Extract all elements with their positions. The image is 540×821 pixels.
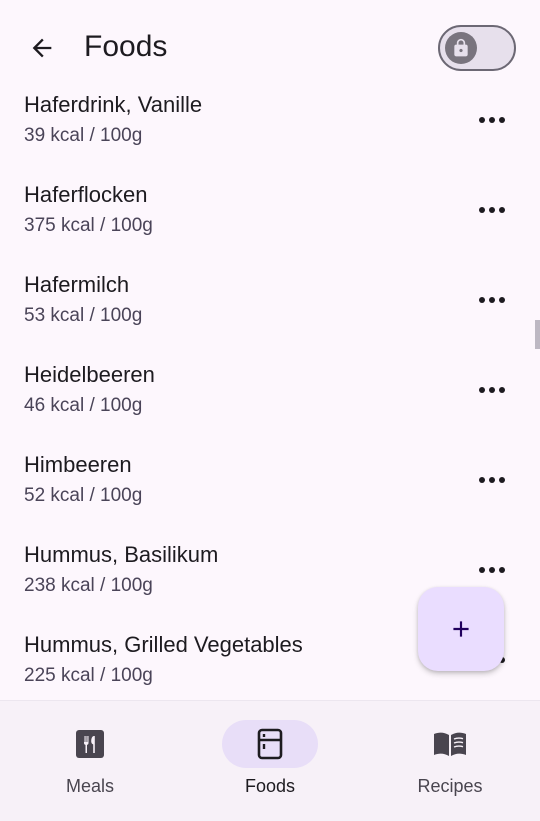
arrow-left-icon bbox=[32, 38, 52, 58]
more-options-button[interactable] bbox=[468, 460, 516, 500]
food-name: Himbeeren bbox=[24, 452, 132, 477]
more-horiz-icon bbox=[479, 387, 505, 393]
food-name: Haferdrink, Vanille bbox=[24, 92, 203, 117]
scrollbar-thumb[interactable] bbox=[535, 320, 540, 349]
food-kcal: 53 kcal / 100g bbox=[24, 305, 143, 326]
nav-indicator bbox=[222, 720, 318, 768]
add-food-button[interactable] bbox=[418, 587, 504, 671]
food-kcal: 225 kcal / 100g bbox=[24, 665, 153, 686]
list-item[interactable]: Himbeeren 52 kcal / 100g bbox=[0, 434, 540, 524]
bottom-navigation: Meals Foods Recipes bbox=[0, 700, 540, 821]
restaurant-icon bbox=[76, 730, 104, 758]
nav-label: Meals bbox=[65, 776, 114, 796]
more-horiz-icon bbox=[479, 207, 505, 213]
more-options-button[interactable] bbox=[468, 280, 516, 320]
fridge-icon bbox=[257, 728, 283, 760]
food-kcal: 46 kcal / 100g bbox=[24, 395, 143, 416]
nav-indicator bbox=[402, 720, 498, 768]
more-options-button[interactable] bbox=[468, 370, 516, 410]
more-horiz-icon bbox=[479, 117, 505, 123]
food-name: Hafermilch bbox=[24, 272, 130, 297]
lock-icon bbox=[454, 38, 468, 57]
lock-toggle[interactable] bbox=[438, 25, 516, 71]
plus-icon bbox=[453, 621, 469, 637]
more-horiz-icon bbox=[479, 567, 505, 573]
more-options-button[interactable] bbox=[468, 550, 516, 590]
book-icon bbox=[434, 732, 466, 756]
food-kcal: 375 kcal / 100g bbox=[24, 215, 153, 236]
nav-item-recipes[interactable]: Recipes bbox=[360, 701, 540, 821]
food-name: Hummus, Basilikum bbox=[24, 542, 219, 567]
food-kcal: 39 kcal / 100g bbox=[24, 125, 143, 146]
more-options-button[interactable] bbox=[468, 190, 516, 230]
more-horiz-icon bbox=[479, 297, 505, 303]
food-kcal: 52 kcal / 100g bbox=[24, 485, 143, 506]
list-item[interactable]: Haferdrink, Vanille 39 kcal / 100g bbox=[0, 74, 540, 164]
food-name: Haferflocken bbox=[24, 182, 148, 207]
nav-label: Foods bbox=[244, 776, 296, 796]
nav-item-foods[interactable]: Foods bbox=[180, 701, 360, 821]
nav-label: Recipes bbox=[417, 776, 483, 796]
back-button[interactable] bbox=[22, 28, 62, 68]
list-item[interactable]: Heidelbeeren 46 kcal / 100g bbox=[0, 344, 540, 434]
page-title: Foods bbox=[84, 30, 168, 63]
more-horiz-icon bbox=[479, 477, 505, 483]
food-kcal: 238 kcal / 100g bbox=[24, 575, 153, 596]
food-name: Heidelbeeren bbox=[24, 362, 155, 387]
list-item[interactable]: Hafermilch 53 kcal / 100g bbox=[0, 254, 540, 344]
nav-item-meals[interactable]: Meals bbox=[0, 701, 180, 821]
list-item[interactable]: Haferflocken 375 kcal / 100g bbox=[0, 164, 540, 254]
nav-indicator bbox=[42, 720, 138, 768]
food-name: Hummus, Grilled Vegetables bbox=[24, 632, 303, 657]
more-options-button[interactable] bbox=[468, 100, 516, 140]
toggle-thumb bbox=[445, 32, 477, 64]
